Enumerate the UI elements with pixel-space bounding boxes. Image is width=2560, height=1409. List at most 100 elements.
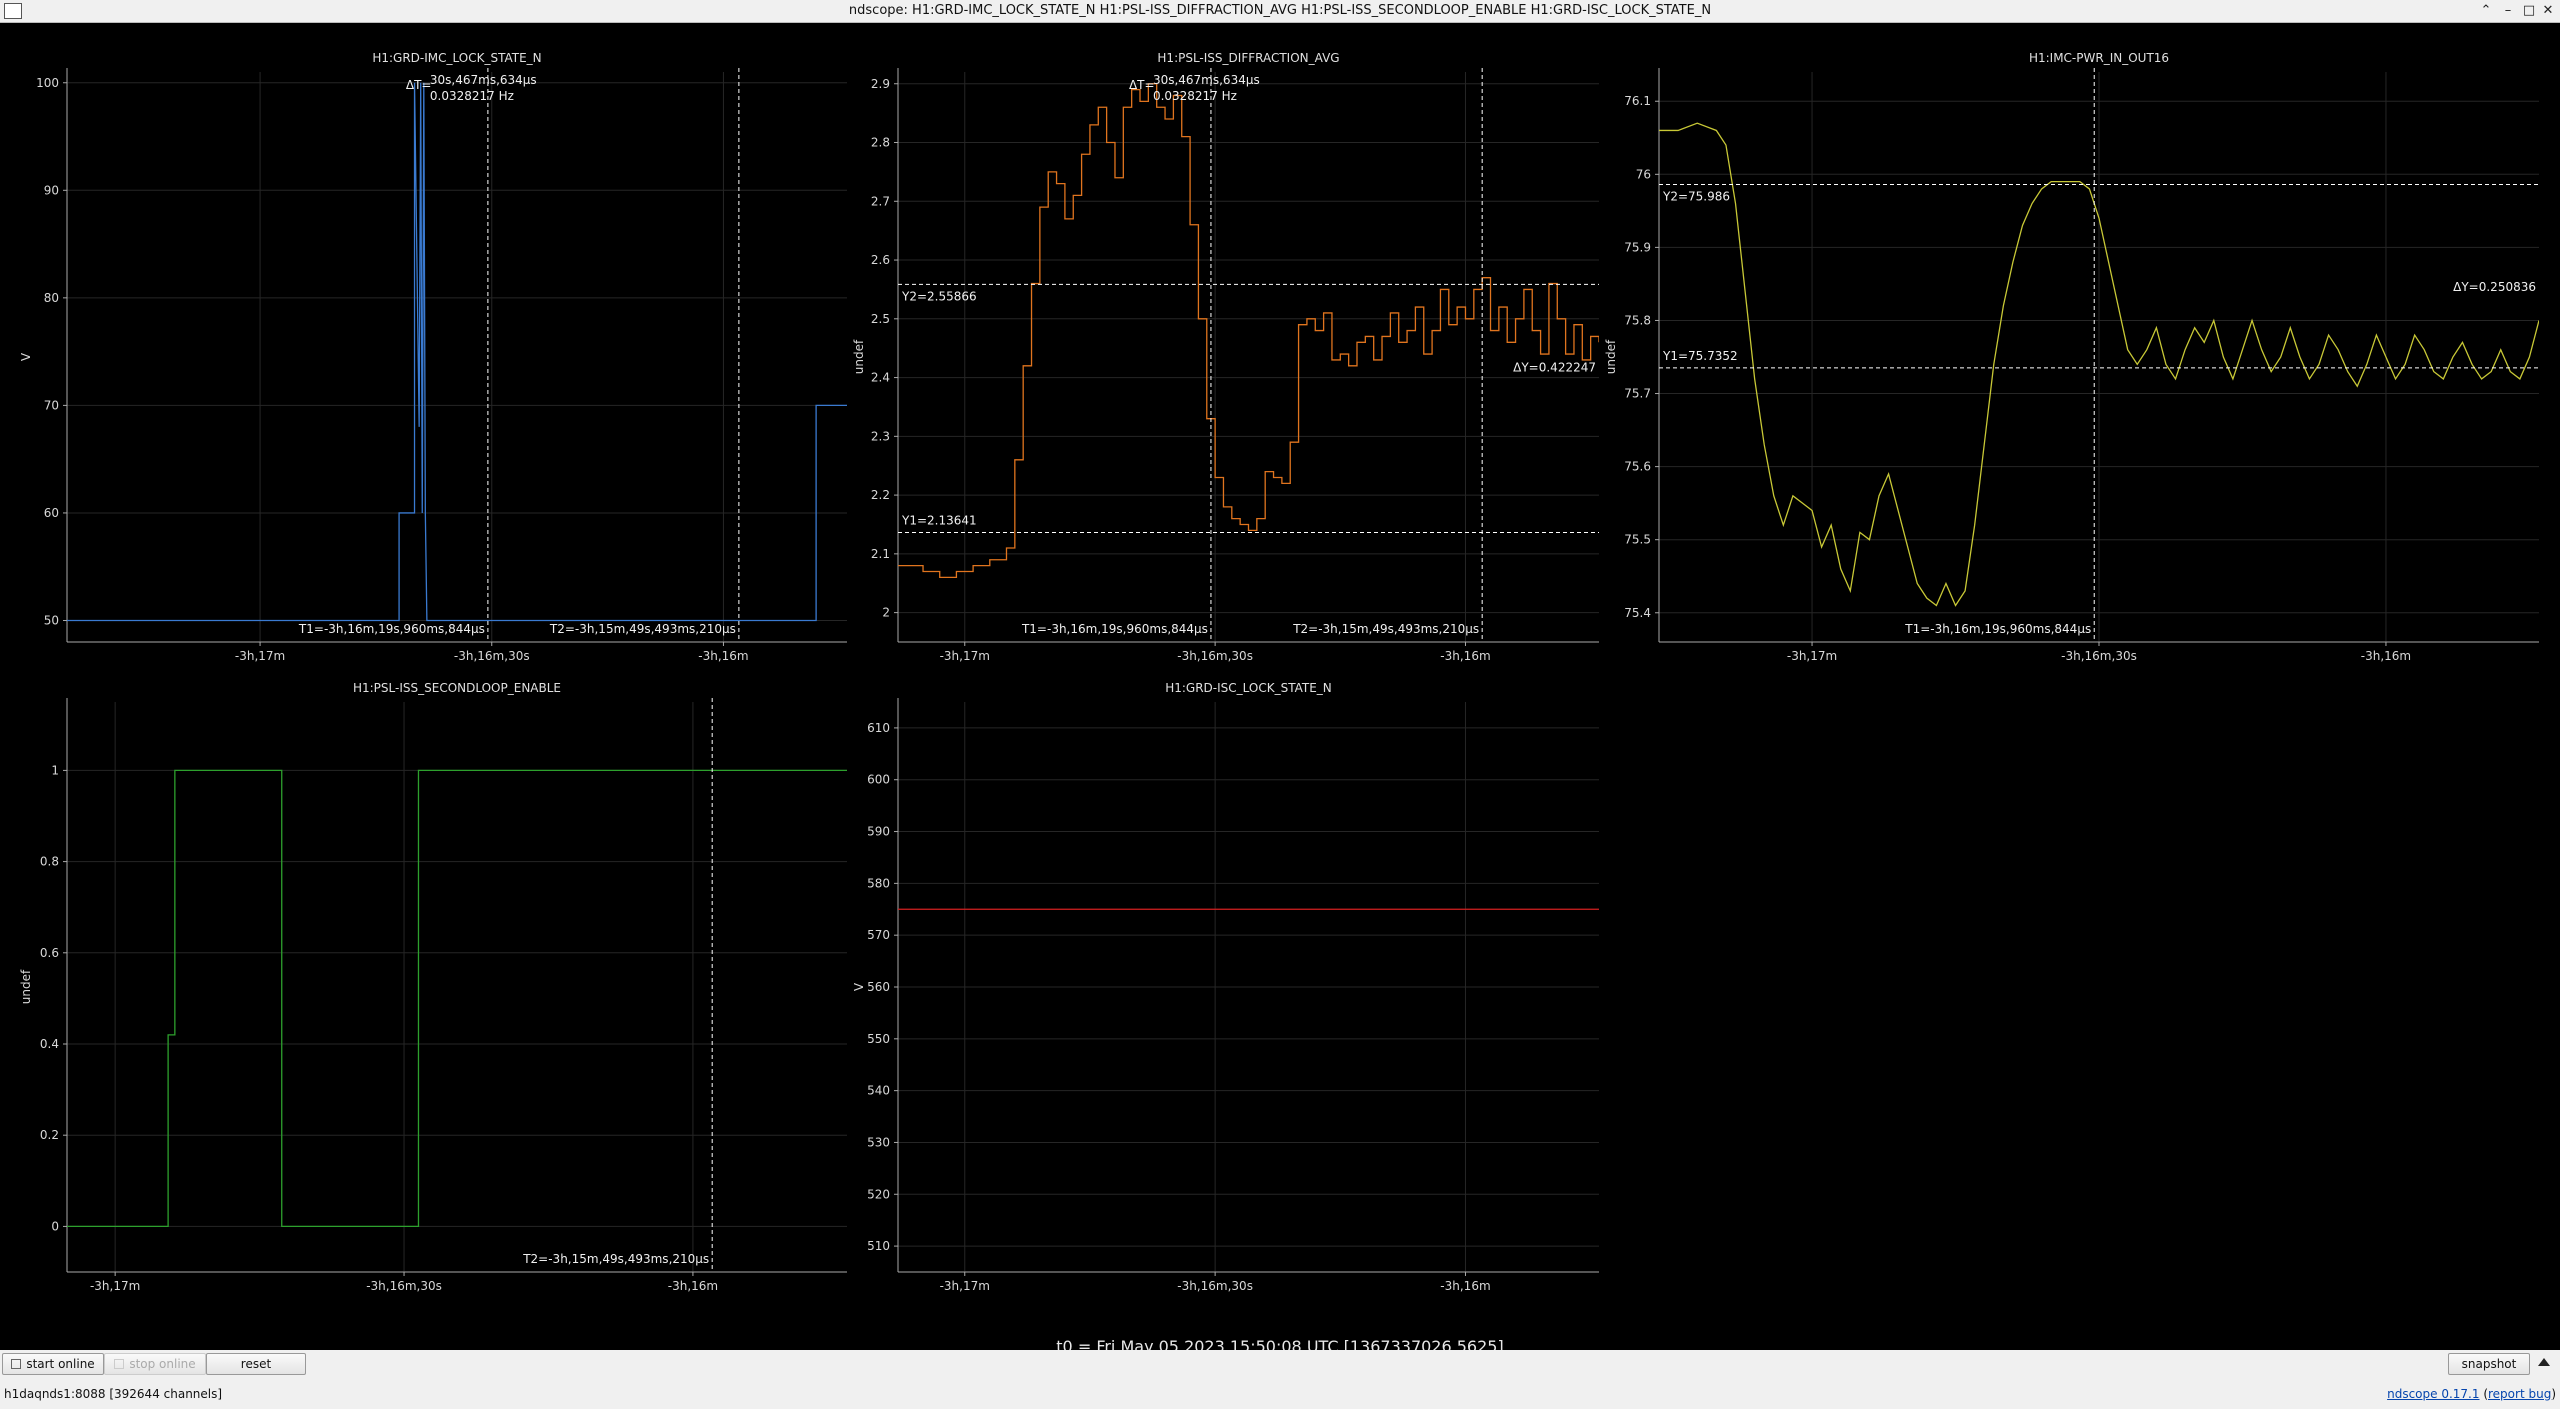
plot5-title: H1:GRD-ISC_LOCK_STATE_N <box>1165 681 1332 695</box>
plot1-dt-label: ΔT= <box>406 78 432 92</box>
report-bug-link[interactable]: report bug <box>2488 1387 2551 1401</box>
report-open-paren: ( <box>2479 1387 2488 1401</box>
plot5-ytick-label: 510 <box>867 1239 890 1253</box>
plot1-series-line <box>67 82 847 622</box>
plot2-y1-label: Y1=2.13641 <box>901 513 977 527</box>
plot2-dt-value: 30s,467ms,634µs <box>1153 73 1260 87</box>
report-close-paren: ) <box>2551 1387 2556 1401</box>
stop-online-label: stop online <box>129 1357 196 1371</box>
plot2-xtick-label: -3h,16m <box>1440 649 1490 663</box>
plot1-xtick-label: -3h,17m <box>235 649 285 663</box>
plot4-xtick-label: -3h,17m <box>90 1279 140 1293</box>
plot2-dy-label: ΔY=0.422247 <box>1513 361 1596 375</box>
server-status: h1daqnds1:8088 [392644 channels] <box>4 1387 223 1401</box>
plot4-ytick-label: 1 <box>51 763 59 777</box>
plot1-t1-label: T1=-3h,16m,19s,960ms,844µs <box>298 622 485 636</box>
plot5-ytick-label: 560 <box>867 980 890 994</box>
plot5-ytick-label: 530 <box>867 1135 890 1149</box>
plot3-t1-label: T1=-3h,16m,19s,960ms,844µs <box>1904 622 2091 636</box>
plot2-series-line <box>898 83 1599 579</box>
plot2-freq-value: 0.0328217 Hz <box>1153 89 1237 103</box>
plot1-ytick-label: 100 <box>36 76 59 90</box>
plot4-ytick-label: 0.8 <box>40 855 59 869</box>
plot3-ytick-label: 75.5 <box>1624 533 1651 547</box>
plot2-dt-label: ΔT= <box>1129 78 1155 92</box>
plot3-xtick-label: -3h,16m <box>2361 649 2411 663</box>
plot5-xtick-label: -3h,16m <box>1440 1279 1490 1293</box>
plot3-xtick-label: -3h,16m,30s <box>2061 649 2137 663</box>
plot2-title: H1:PSL-ISS_DIFFRACTION_AVG <box>1157 51 1339 65</box>
plot2-ytick-label: 2.1 <box>871 547 890 561</box>
plot2-ytick-label: 2.3 <box>871 429 890 443</box>
plot2-xtick-label: -3h,16m,30s <box>1177 649 1253 663</box>
window-title: ndscope: H1:GRD-IMC_LOCK_STATE_N H1:PSL-… <box>848 3 1712 18</box>
plot4-xtick-label: -3h,16m <box>668 1279 718 1293</box>
snapshot-button[interactable]: snapshot <box>2448 1353 2530 1375</box>
plot3-ytick-label: 75.9 <box>1624 240 1651 254</box>
plot2-ytick-label: 2.8 <box>871 136 890 150</box>
stop-online-button: stop online <box>104 1353 206 1375</box>
plot4-ytick-label: 0.4 <box>40 1037 59 1051</box>
plot4-ytick-label: 0.2 <box>40 1128 59 1142</box>
plot1-xtick-label: -3h,16m,30s <box>454 649 530 663</box>
plot3-ytick-label: 75.8 <box>1624 313 1651 327</box>
plot3-ytick-label: 75.4 <box>1624 606 1651 620</box>
plot5-ytick-label: 570 <box>867 928 890 942</box>
plot4-ytick-label: 0.6 <box>40 946 59 960</box>
plot3-title: H1:IMC-PWR_IN_OUT16 <box>2029 51 2169 65</box>
stop-icon <box>114 1359 125 1369</box>
bottom-toolbar: start online stop online reset snapshot … <box>0 1350 2560 1409</box>
minimize-icon[interactable]: – <box>2498 1 2518 21</box>
version-link[interactable]: ndscope 0.17.1 <box>2387 1387 2479 1401</box>
plot1-xtick-label: -3h,16m <box>698 649 748 663</box>
plot5-xtick-label: -3h,16m,30s <box>1177 1279 1253 1293</box>
plot1-ytick-label: 80 <box>44 291 59 305</box>
plot5-ytick-label: 550 <box>867 1032 890 1046</box>
plot2-ytick-label: 2.4 <box>871 371 890 385</box>
plot1-title: H1:GRD-IMC_LOCK_STATE_N <box>372 51 541 65</box>
plot2-t1-label: T1=-3h,16m,19s,960ms,844µs <box>1021 622 1208 636</box>
plot5-ytick-label: 600 <box>867 773 890 787</box>
plot3-y1-label: Y1=75.7352 <box>1662 349 1738 363</box>
reset-button[interactable]: reset <box>206 1353 306 1375</box>
plot2-y2-label: Y2=2.55866 <box>901 289 977 303</box>
plot1-ylabel: V <box>19 352 33 361</box>
plot4-ytick-label: 0 <box>51 1219 59 1233</box>
plot1-ytick-label: 90 <box>44 183 59 197</box>
plot5-ytick-label: 610 <box>867 721 890 735</box>
close-icon[interactable]: ✕ <box>2538 1 2558 21</box>
plot1-dt-value: 30s,467ms,634µs <box>430 73 537 87</box>
plot2-ylabel: undef <box>852 339 866 374</box>
plot1-t2-label: T2=-3h,15m,49s,493ms,210µs <box>549 622 736 636</box>
plot4-t2-label: T2=-3h,15m,49s,493ms,210µs <box>522 1252 709 1266</box>
plot3-ytick-label: 75.7 <box>1624 387 1651 401</box>
plot3-ylabel: undef <box>1604 339 1618 374</box>
play-icon <box>11 1359 22 1369</box>
plot4-ylabel: undef <box>19 969 33 1004</box>
plot3-ytick-label: 75.6 <box>1624 460 1651 474</box>
plots-canvas[interactable]: H1:GRD-IMC_LOCK_STATE_N 50 60 70 80 90 100 -3h,… <box>0 22 2560 1312</box>
plot5-ytick-label: 540 <box>867 1084 890 1098</box>
plot1-ytick-label: 70 <box>44 398 59 412</box>
plot1-freq-value: 0.0328217 Hz <box>430 89 514 103</box>
plot1-ytick-label: 50 <box>44 613 59 627</box>
start-online-button[interactable]: start online <box>2 1353 104 1375</box>
maximize-icon[interactable]: □ <box>2519 1 2539 21</box>
plot2-ytick-label: 2.2 <box>871 488 890 502</box>
plot2-t2-label: T2=-3h,15m,49s,493ms,210µs <box>1292 622 1479 636</box>
start-online-label: start online <box>26 1357 95 1371</box>
plot1-ytick-label: 60 <box>44 506 59 520</box>
plot3-ytick-label: 76.1 <box>1624 94 1651 108</box>
plot5-ytick-label: 590 <box>867 825 890 839</box>
plot2-ytick-label: 2.5 <box>871 312 890 326</box>
plot2-ytick-label: 2.7 <box>871 194 890 208</box>
plot2-ytick-label: 2.9 <box>871 77 890 91</box>
keep-above-icon[interactable]: ⌃ <box>2476 1 2496 21</box>
expand-panel-icon[interactable] <box>2538 1358 2550 1366</box>
plot3-dy-label: ΔY=0.250836 <box>2453 280 2536 294</box>
plot2-ytick-label: 2 <box>882 606 890 620</box>
plot3-xtick-label: -3h,17m <box>1787 649 1837 663</box>
plot-area[interactable]: H1:GRD-IMC_LOCK_STATE_N 50 60 70 80 90 100 -3h,… <box>0 22 2560 1356</box>
window-titlebar: ndscope: H1:GRD-IMC_LOCK_STATE_N H1:PSL-… <box>0 0 2560 23</box>
plot3-ytick-label: 76 <box>1636 167 1651 181</box>
